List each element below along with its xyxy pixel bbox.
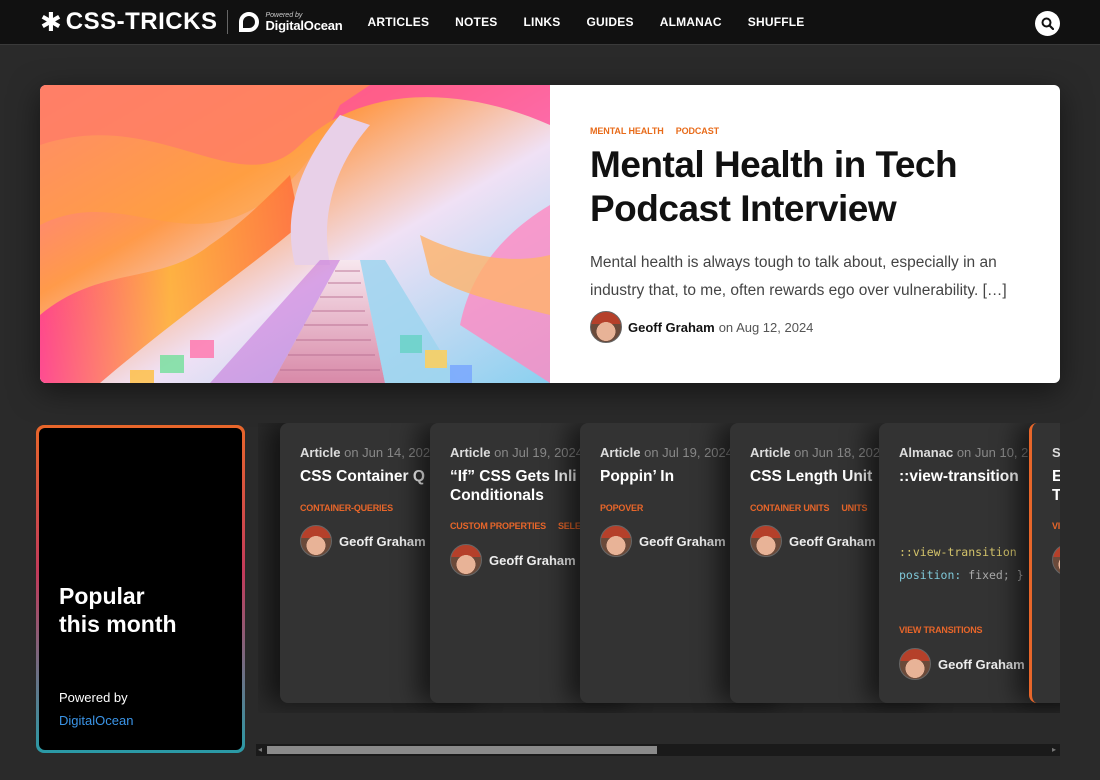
card-author[interactable] [1052,544,1060,576]
author-avatar [1052,544,1060,576]
card-author-name: Geoff Graham [489,552,576,568]
card-type: Almanac [899,445,954,460]
code-value: fixed; } [961,568,1024,582]
featured-article-title[interactable]: Mental Health in Tech Podcast Interview [590,143,1030,231]
card-author-name: Geoff Graham [339,533,426,549]
card-type: Article [300,445,341,460]
card-author[interactable]: Geoff Graham [750,525,876,557]
brand-divider [227,10,229,34]
date-value: Aug 12, 2024 [736,319,814,335]
card-tags: VI [1052,521,1060,531]
nav-links[interactable]: LINKS [524,15,561,29]
main-nav: ARTICLES NOTES LINKS GUIDES ALMANAC SHUF… [368,15,831,29]
card-title[interactable]: “If” CSS Gets Inli Conditionals [450,467,585,505]
asterisk-logo-icon: ✱ [40,7,62,37]
top-navigation-bar: ✱ CSS-TRICKS Powered by DigitalOcean ART… [0,0,1100,45]
card-tag[interactable]: CONTAINER UNITS [750,503,830,513]
card-tag[interactable]: UNITS [841,503,867,513]
card-author-name: Geoff Graham [639,533,726,549]
search-icon [1041,17,1054,30]
card-date: on Jul 19, 2024 [644,445,733,460]
featured-article[interactable]: MENTAL HEALTH PODCAST Mental Health in T… [40,85,1060,383]
card-meta: Almanac on Jun 10, 2 [899,445,1028,460]
nav-articles[interactable]: ARTICLES [368,15,430,29]
nav-notes[interactable]: NOTES [455,15,497,29]
popular-powered-by: Powered by [59,690,128,705]
card-date: on Jun 14, 202 [344,445,431,460]
card-tag[interactable]: VI [1052,521,1060,531]
author-avatar [750,525,782,557]
card-tag[interactable]: POPOVER [600,503,643,513]
card-meta: Article on Jul 19, 2024 [450,445,583,460]
card-meta: S [1052,445,1060,460]
author-avatar [300,525,332,557]
card-date: on Jul 19, 2024 [494,445,583,460]
card-type: S [1052,445,1060,460]
brand-name: CSS-TRICKS [65,8,218,35]
card-author[interactable]: Geoff Graham [600,525,726,557]
card-type: Article [450,445,491,460]
card-tags: CONTAINER-QUERIES [300,503,405,513]
author-name[interactable]: Geoff Graham [628,320,715,335]
search-button[interactable] [1035,11,1060,36]
featured-article-byline: Geoff Graham on Aug 12, 2024 [590,311,813,343]
popular-sponsor-link[interactable]: DigitalOcean [59,713,133,728]
brand-logo[interactable]: ✱ CSS-TRICKS Powered by DigitalOcean [40,8,343,36]
card-date: on Jun 10, 2 [956,445,1029,460]
scroll-left-arrow-icon[interactable]: ◂ [258,745,262,755]
date-prefix: on [718,319,734,335]
card-tag[interactable]: VIEW TRANSITIONS [899,625,983,635]
card-tags: VIEW TRANSITIONS [899,625,994,635]
card-author-name: Geoff Graham [789,533,876,549]
card-tags: POPOVER [600,503,655,513]
carousel-scrollbar[interactable]: ◂ ▸ [256,744,1060,756]
digitalocean-logo[interactable]: Powered by DigitalOcean [239,12,343,33]
sponsor-name: DigitalOcean [265,18,343,33]
card-tags: CUSTOM PROPERTIES SELE [450,521,593,531]
featured-article-image[interactable] [40,85,550,383]
featured-article-content: MENTAL HEALTH PODCAST Mental Health in T… [590,85,1040,383]
card-tag[interactable]: SELE [558,521,581,531]
scrollbar-thumb[interactable] [267,746,657,754]
featured-article-tags: MENTAL HEALTH PODCAST [590,126,731,136]
card-author[interactable]: Geoff Graham [450,544,576,576]
popular-title: Popular this month [59,583,177,637]
card-tags: CONTAINER UNITS UNITS [750,503,879,513]
card-meta: Article on Jun 14, 202 [300,445,430,460]
popular-cards-carousel[interactable]: Article on Jun 14, 202 CSS Container Q C… [258,423,1060,713]
author-avatar[interactable] [590,311,622,343]
card-author[interactable]: Geoff Graham [899,648,1025,680]
publish-date: on Aug 12, 2024 [719,320,814,335]
card-author-name: Geoff Graham [938,656,1025,672]
nav-shuffle[interactable]: SHUFFLE [748,15,805,29]
scroll-right-arrow-icon[interactable]: ▸ [1052,745,1056,755]
code-line: ::view-transition [899,545,1017,559]
card-type: Article [600,445,641,460]
card-tag[interactable]: CONTAINER-QUERIES [300,503,393,513]
code-line: position: fixed; } [899,564,1024,587]
card-type: Article [750,445,791,460]
card-title[interactable]: E T [1052,467,1060,505]
card-tag[interactable]: CUSTOM PROPERTIES [450,521,546,531]
card-meta: Article on Jul 19, 2024 [600,445,733,460]
author-avatar [450,544,482,576]
card-author[interactable]: Geoff Graham [300,525,426,557]
nav-almanac[interactable]: ALMANAC [660,15,722,29]
author-avatar [600,525,632,557]
card-meta: Article on Jun 18, 202 [750,445,880,460]
code-snippet: ::view-transition position: fixed; } [899,541,1024,587]
digitalocean-icon [239,12,260,32]
card-date: on Jun 18, 202 [794,445,881,460]
tag-podcast[interactable]: PODCAST [676,126,719,136]
tag-mental-health[interactable]: MENTAL HEALTH [590,126,664,136]
author-avatar [899,648,931,680]
nav-guides[interactable]: GUIDES [587,15,634,29]
popular-this-month-panel: Popular this month Powered by DigitalOce… [36,425,245,753]
article-card[interactable]: S E T VI [1029,423,1060,703]
featured-article-excerpt: Mental health is always tough to talk ab… [590,254,1007,299]
code-property: position: [899,568,962,582]
